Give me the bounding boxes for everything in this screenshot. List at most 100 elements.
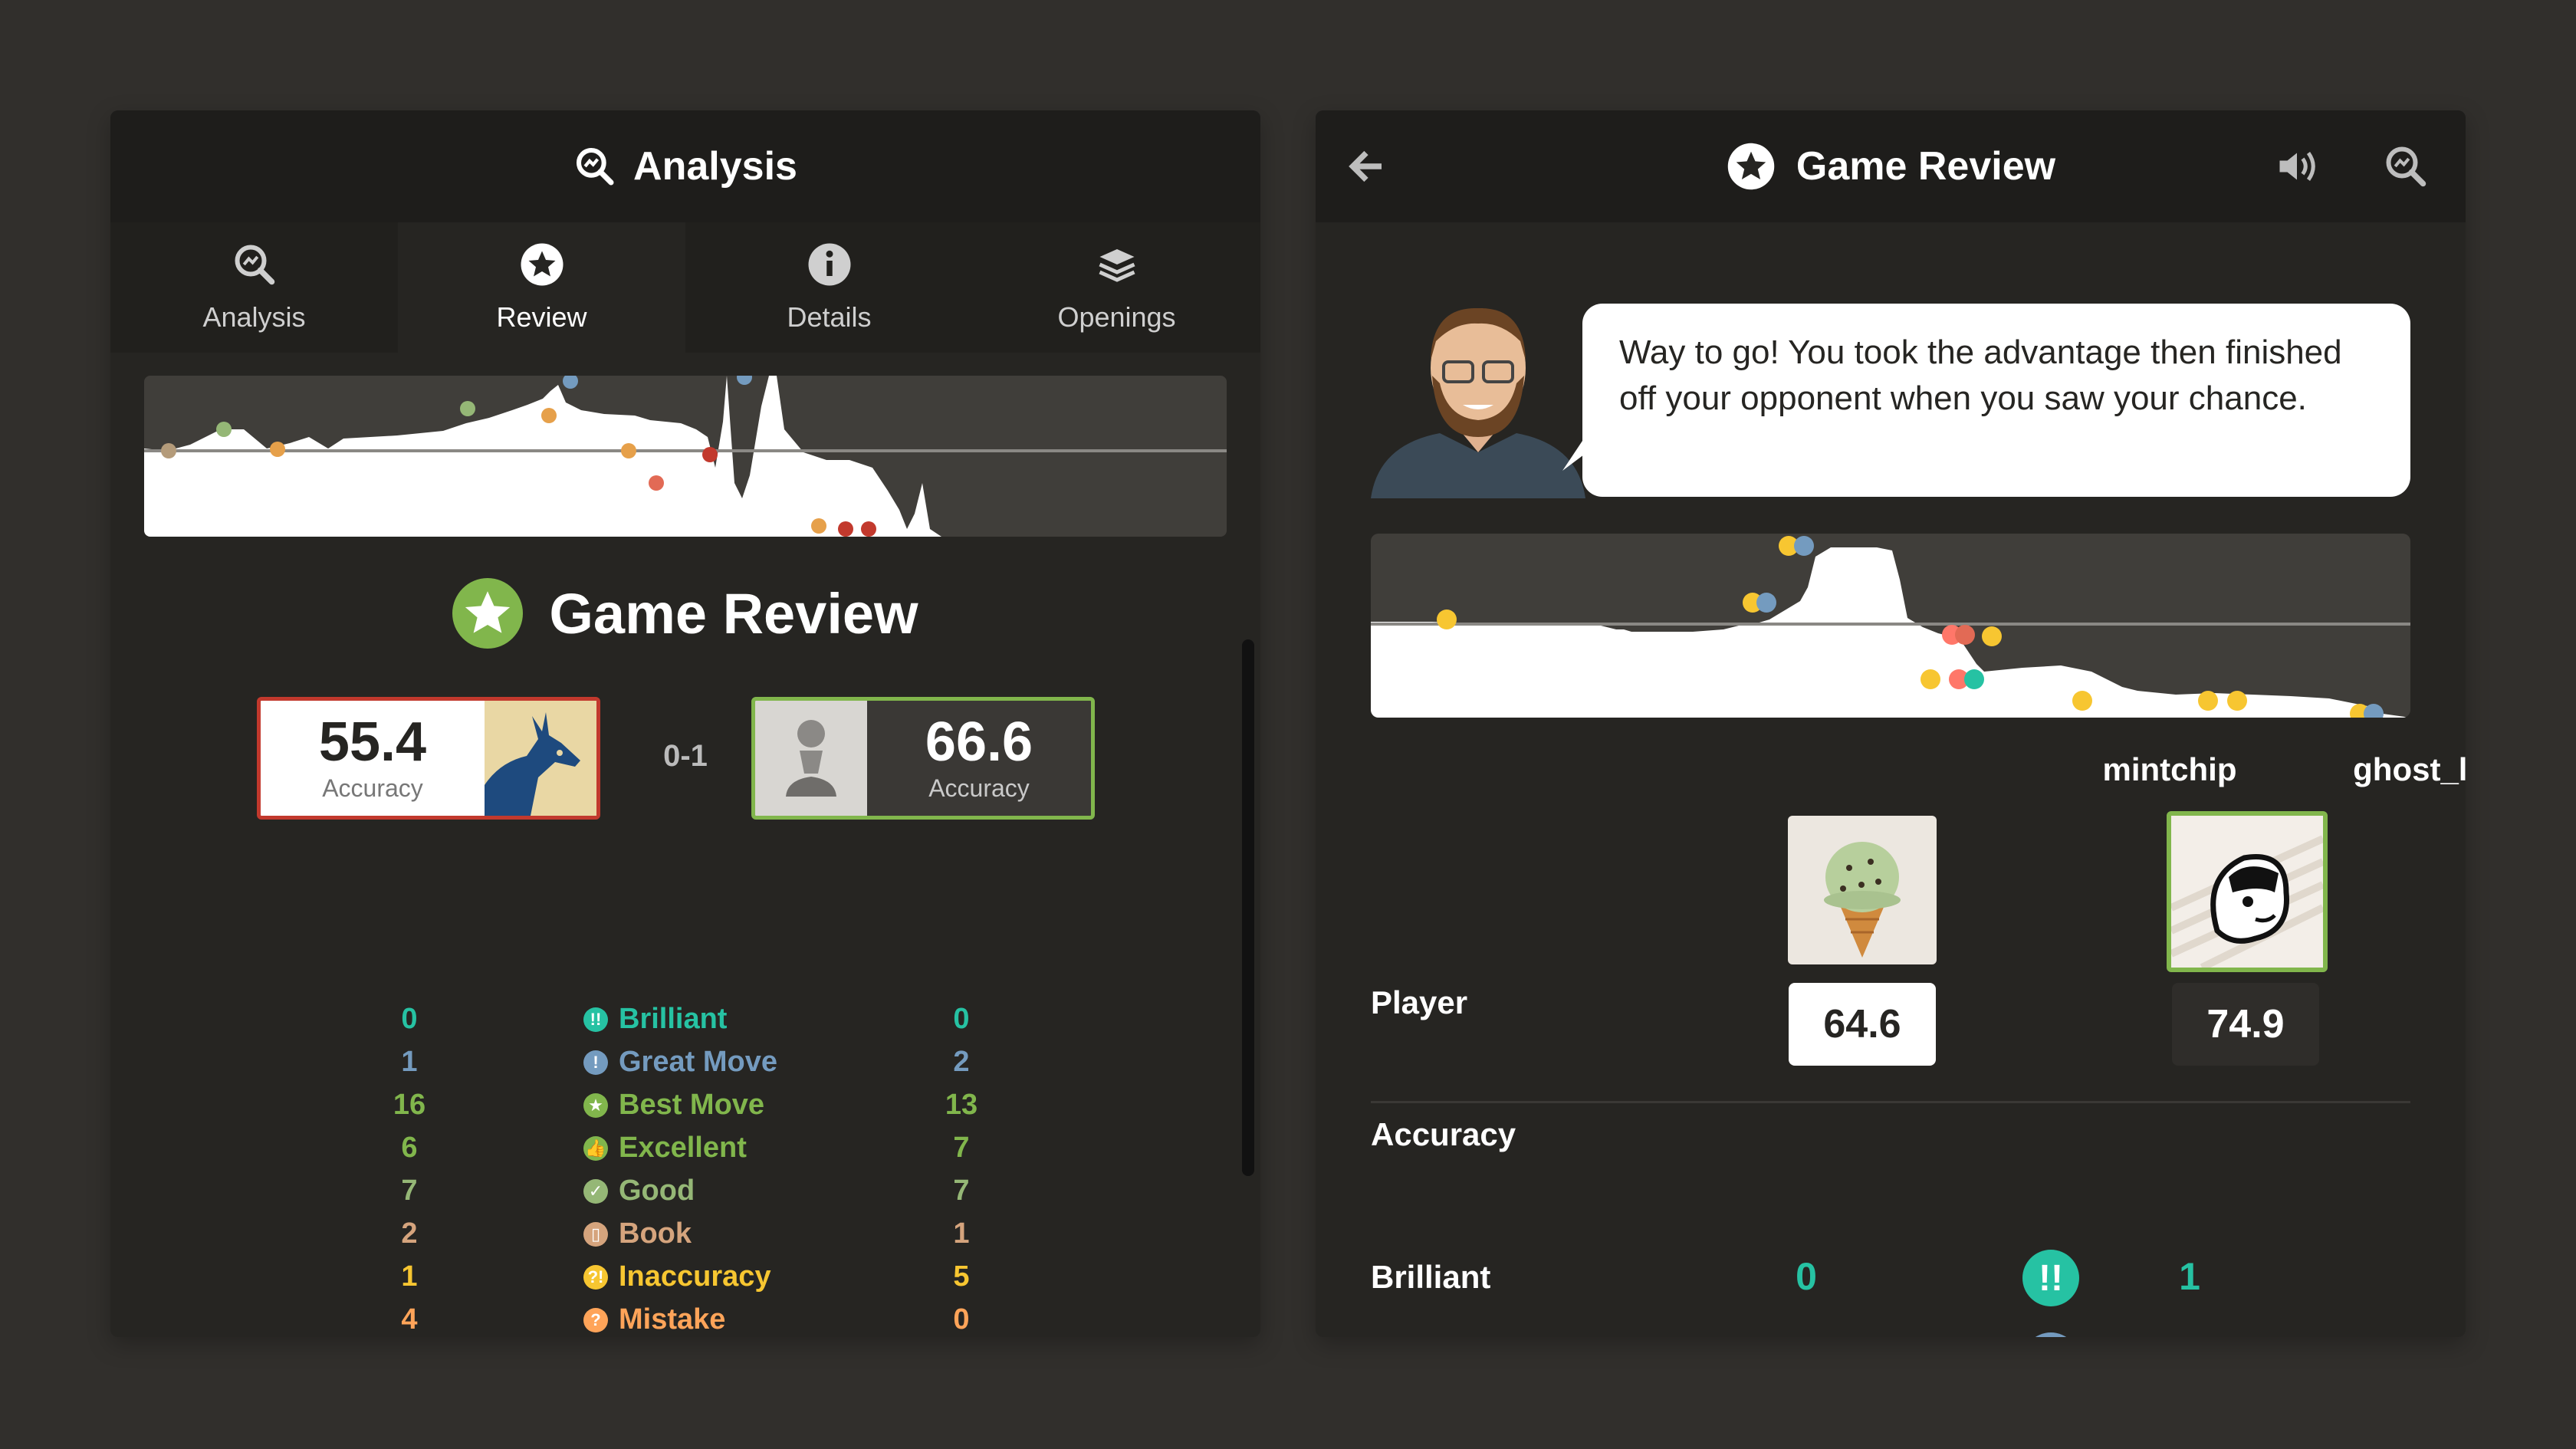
move-marker bbox=[702, 447, 718, 462]
stat-row: 1! Great Move 2 bbox=[110, 1046, 1260, 1089]
player-1-count: 0 bbox=[1796, 1255, 1817, 1298]
classification-name: ✓ Good bbox=[583, 1175, 695, 1208]
white-count: 2 bbox=[401, 1217, 418, 1250]
white-accuracy-card: 55.4 Accuracy bbox=[257, 697, 600, 820]
black-count: 13 bbox=[945, 1089, 978, 1121]
move-marker bbox=[861, 521, 876, 537]
classification-icon: ! bbox=[583, 1050, 608, 1075]
stat-row: 4? Mistake 0 bbox=[110, 1303, 1260, 1337]
white-accuracy-label: Accuracy bbox=[322, 774, 423, 802]
classification-label: Inaccuracy bbox=[619, 1260, 771, 1293]
black-count: 7 bbox=[953, 1132, 970, 1164]
move-marker bbox=[541, 408, 557, 423]
tab-details[interactable]: Details bbox=[685, 222, 973, 353]
move-marker bbox=[737, 376, 752, 385]
white-player-avatar bbox=[485, 701, 596, 816]
info-icon bbox=[808, 243, 850, 286]
player-accuracy-2: 74.9 bbox=[2172, 983, 2319, 1066]
ghost-icon bbox=[2171, 835, 2323, 968]
classification-label: Book bbox=[619, 1217, 692, 1250]
black-accuracy-label: Accuracy bbox=[928, 774, 1030, 802]
tab-label: Openings bbox=[1057, 301, 1176, 333]
classification-icon: ? bbox=[583, 1307, 608, 1332]
classification-icon: !! bbox=[2022, 1250, 2079, 1306]
magnifier-icon bbox=[235, 245, 274, 285]
stat-row: 1?! Inaccuracy 5 bbox=[110, 1260, 1260, 1303]
analysis-panel: Analysis Analysis Review Details Opening… bbox=[110, 110, 1260, 1337]
move-marker bbox=[161, 443, 176, 458]
pawn-icon bbox=[786, 720, 836, 797]
black-count: 0 bbox=[953, 1303, 970, 1336]
eval-area bbox=[144, 376, 941, 537]
move-marker bbox=[621, 443, 636, 458]
ice-cream-icon bbox=[1824, 842, 1901, 958]
black-count: 1 bbox=[953, 1217, 970, 1250]
move-marker bbox=[811, 518, 826, 534]
move-marker bbox=[2227, 691, 2247, 711]
divider bbox=[1371, 1101, 2410, 1103]
white-count: 1 bbox=[401, 1046, 418, 1078]
scrollbar[interactable] bbox=[1242, 639, 1254, 1176]
star-icon bbox=[1727, 143, 1775, 190]
tab-review[interactable]: Review bbox=[398, 222, 685, 353]
player-accuracy-1: 64.6 bbox=[1789, 983, 1936, 1066]
evaluation-graph[interactable] bbox=[1371, 534, 2410, 718]
evaluation-graph[interactable] bbox=[144, 376, 1227, 537]
tab-analysis[interactable]: Analysis bbox=[110, 222, 398, 353]
book-stack-icon bbox=[1098, 249, 1135, 282]
speaker-icon[interactable] bbox=[2274, 143, 2320, 189]
back-arrow-icon[interactable] bbox=[1343, 143, 1389, 189]
game-review-panel: Game Review Way to go! You took the adva… bbox=[1316, 110, 2466, 1337]
classification-icon: ✓ bbox=[583, 1178, 608, 1204]
player-avatar-2[interactable] bbox=[2167, 811, 2328, 972]
move-marker bbox=[1921, 669, 1940, 689]
move-marker bbox=[838, 521, 853, 537]
player-row-label: Player bbox=[1371, 984, 1468, 1020]
black-count: 0 bbox=[953, 1003, 970, 1035]
tab-label: Review bbox=[496, 301, 587, 333]
move-marker bbox=[460, 401, 475, 416]
move-marker bbox=[1437, 610, 1457, 629]
analysis-header: Analysis bbox=[110, 110, 1260, 222]
black-player-avatar bbox=[755, 701, 867, 816]
classification-name: 👍 Excellent bbox=[583, 1132, 747, 1165]
move-marker bbox=[2072, 691, 2092, 711]
stat-row: 0!! Brilliant 0 bbox=[110, 1003, 1260, 1046]
classification-label: Mistake bbox=[619, 1303, 726, 1336]
white-count: 0 bbox=[401, 1003, 418, 1035]
move-marker bbox=[649, 475, 664, 491]
move-marker bbox=[2198, 691, 2218, 711]
star-icon bbox=[452, 578, 524, 649]
classification-label: Brilliant bbox=[619, 1003, 728, 1035]
move-marker bbox=[1982, 626, 2002, 646]
white-count: 1 bbox=[401, 1260, 418, 1293]
classification-label: Best Move bbox=[619, 1089, 765, 1121]
classification-icon: 👍 bbox=[583, 1135, 608, 1161]
white-count: 4 bbox=[401, 1303, 418, 1336]
analysis-title: Analysis bbox=[633, 144, 797, 189]
classification-icon: !! bbox=[583, 1007, 608, 1032]
player-name-1: mintchip bbox=[2102, 751, 2237, 787]
coach-avatar bbox=[1371, 291, 1585, 498]
classification-label: Good bbox=[619, 1175, 695, 1207]
star-icon bbox=[521, 243, 563, 286]
white-count: 16 bbox=[393, 1089, 426, 1121]
comparison-row: Great2!2 bbox=[1316, 1332, 2466, 1337]
game-review-title: Game Review bbox=[549, 581, 918, 646]
game-review-heading: Game Review bbox=[110, 578, 1260, 649]
deer-icon bbox=[485, 712, 580, 816]
classification-name: !! Brilliant bbox=[583, 1003, 727, 1036]
classification-name: ? Mistake bbox=[583, 1303, 725, 1336]
tab-label: Details bbox=[787, 301, 872, 333]
player-2-count: 1 bbox=[2179, 1255, 2200, 1298]
black-count: 7 bbox=[953, 1175, 970, 1207]
player-avatar-1[interactable] bbox=[1788, 816, 1937, 964]
black-count: 5 bbox=[953, 1260, 970, 1293]
game-review-header: Game Review bbox=[1316, 110, 2466, 222]
magnifier-icon[interactable] bbox=[2383, 143, 2429, 189]
classification-label: Excellent bbox=[619, 1132, 747, 1164]
tab-openings[interactable]: Openings bbox=[973, 222, 1260, 353]
game-result: 0-1 bbox=[663, 739, 708, 773]
move-marker bbox=[216, 422, 232, 437]
move-marker bbox=[563, 376, 578, 389]
